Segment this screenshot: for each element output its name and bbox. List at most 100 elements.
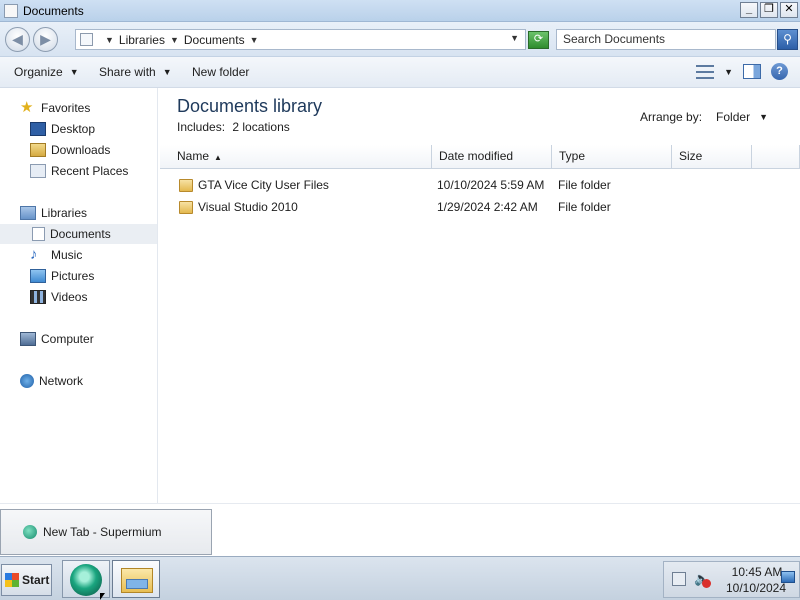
breadcrumb-libraries[interactable]: Libraries — [119, 33, 165, 47]
folder-icon — [179, 179, 193, 192]
new-folder-button[interactable]: New folder — [192, 65, 249, 79]
sidebar-item-label: Computer — [41, 332, 94, 346]
column-header-name[interactable]: Name ▲ — [160, 145, 432, 169]
search-icon[interactable]: ⚲ — [777, 29, 798, 50]
folder-icon — [179, 201, 193, 214]
start-button[interactable]: Start — [1, 564, 52, 596]
libraries-icon — [20, 206, 36, 220]
taskbar: Start 🔈 10:45 AM 10/10/2024 — [0, 556, 800, 600]
table-row[interactable]: GTA Vice City User Files 10/10/2024 5:59… — [160, 175, 800, 196]
sidebar-item-network[interactable]: Network — [0, 371, 157, 391]
organize-menu[interactable]: Organize ▼ — [14, 65, 79, 79]
minimize-button[interactable]: _ — [740, 2, 758, 18]
start-label: Start — [22, 573, 50, 587]
sidebar-item-libraries[interactable]: Libraries — [0, 203, 157, 223]
sidebar-item-label: Desktop — [51, 122, 96, 136]
navigation-pane: ★ Favorites Desktop Downloads Recent Pla… — [0, 88, 158, 503]
star-icon: ★ — [20, 99, 34, 116]
command-bar: Organize ▼ Share with ▼ New folder ▼ ? — [0, 57, 800, 88]
sidebar-item-label: Documents — [50, 227, 111, 241]
maximize-button[interactable]: ❐ — [760, 2, 778, 18]
file-type: File folder — [558, 200, 611, 214]
column-header-type[interactable]: Type — [552, 145, 672, 169]
preview-pane-icon[interactable] — [743, 64, 761, 79]
chevron-down-icon[interactable]: ▼ — [250, 35, 259, 45]
refresh-button[interactable]: ⟳ — [528, 31, 549, 49]
search-input[interactable]: Search Documents — [556, 29, 776, 50]
documents-app-icon — [4, 3, 18, 18]
mouse-pointer-icon — [100, 593, 105, 600]
sidebar-item-favorites[interactable]: ★ Favorites — [0, 98, 157, 118]
taskbar-explorer-button[interactable] — [112, 560, 160, 598]
breadcrumb: ▼ Libraries ▼ Documents ▼ — [100, 33, 264, 47]
file-type: File folder — [558, 178, 611, 192]
pictures-icon — [30, 269, 46, 283]
includes-label: Includes: — [177, 120, 226, 134]
back-arrow-icon: ◀ — [12, 31, 23, 47]
breadcrumb-documents[interactable]: Documents — [184, 33, 245, 47]
chevron-down-icon[interactable]: ▼ — [170, 35, 179, 45]
back-button[interactable]: ◀ — [5, 27, 30, 52]
window-titlebar: Documents _ ❐ ✕ — [0, 0, 800, 22]
sidebar-item-label: Videos — [51, 290, 88, 304]
new-folder-label: New folder — [192, 65, 250, 79]
forward-arrow-icon: ▶ — [40, 31, 51, 47]
downloads-icon — [30, 143, 46, 157]
close-button[interactable]: ✕ — [780, 2, 798, 18]
system-tray: 🔈 10:45 AM 10/10/2024 — [663, 561, 800, 598]
address-history-dropdown[interactable]: ▼ — [510, 33, 519, 43]
file-name: GTA Vice City User Files — [198, 178, 329, 192]
includes-locations-link[interactable]: 2 locations — [232, 120, 289, 134]
sidebar-item-music[interactable]: ♪ Music — [0, 245, 157, 265]
file-date-modified: 1/29/2024 2:42 AM — [437, 200, 538, 214]
sidebar-item-documents[interactable]: Documents — [0, 224, 157, 244]
views-icon[interactable] — [696, 64, 715, 79]
help-icon[interactable]: ? — [771, 63, 788, 80]
column-header-size[interactable]: Size — [672, 145, 752, 169]
share-with-menu[interactable]: Share with ▼ — [99, 65, 172, 79]
explorer-icon — [121, 568, 153, 593]
supermium-icon — [70, 564, 102, 596]
taskbar-window-popup[interactable]: New Tab - Supermium — [0, 509, 212, 555]
sidebar-item-videos[interactable]: Videos — [0, 287, 157, 307]
column-header-label: Date modified — [439, 149, 514, 163]
view-controls: ▼ ? — [696, 63, 788, 80]
sidebar-item-label: Pictures — [51, 269, 95, 283]
arrange-by: Arrange by: Folder ▼ — [640, 110, 768, 124]
forward-button[interactable]: ▶ — [33, 27, 58, 52]
recent-places-icon — [30, 164, 46, 178]
share-with-label: Share with — [99, 65, 156, 79]
library-title: Documents library — [177, 96, 323, 116]
sidebar-item-desktop[interactable]: Desktop — [0, 119, 157, 139]
sidebar-item-label: Libraries — [41, 206, 88, 220]
table-row[interactable]: Visual Studio 2010 1/29/2024 2:42 AM Fil… — [160, 197, 800, 218]
chevron-down-icon: ▼ — [69, 67, 79, 77]
show-desktop-button[interactable] — [781, 571, 795, 583]
address-toolbar: ◀ ▶ ▼ Libraries ▼ Documents ▼ ▼ ⟳ Search… — [0, 22, 800, 57]
library-icon — [80, 33, 93, 46]
sidebar-item-label: Music — [51, 248, 83, 262]
chevron-down-icon[interactable]: ▼ — [105, 35, 114, 45]
video-film-icon — [30, 290, 46, 304]
column-header-date-modified[interactable]: Date modified — [432, 145, 552, 169]
music-note-icon: ♪ — [30, 246, 38, 263]
sidebar-item-computer[interactable]: Computer — [0, 329, 157, 349]
sidebar-item-downloads[interactable]: Downloads — [0, 140, 157, 160]
arrange-by-value[interactable]: Folder — [716, 110, 750, 124]
chevron-down-icon[interactable]: ▼ — [759, 112, 768, 122]
address-bar[interactable]: ▼ Libraries ▼ Documents ▼ ▼ — [75, 29, 526, 50]
column-header-label: Size — [679, 149, 703, 163]
window-title: Documents — [23, 3, 84, 18]
clock-date[interactable]: 10/10/2024 — [716, 581, 796, 595]
sidebar-item-pictures[interactable]: Pictures — [0, 266, 157, 286]
sidebar-item-label: Downloads — [51, 143, 111, 157]
computer-icon — [20, 332, 36, 346]
file-name: Visual Studio 2010 — [198, 200, 298, 214]
sidebar-item-recent-places[interactable]: Recent Places — [0, 161, 157, 181]
chevron-down-icon[interactable]: ▼ — [724, 67, 733, 77]
network-globe-icon — [20, 374, 34, 388]
network-status-icon[interactable] — [672, 572, 686, 586]
popup-window-label: New Tab - Supermium — [43, 525, 162, 539]
column-header-label: Type — [559, 149, 586, 163]
supermium-icon — [23, 525, 37, 539]
